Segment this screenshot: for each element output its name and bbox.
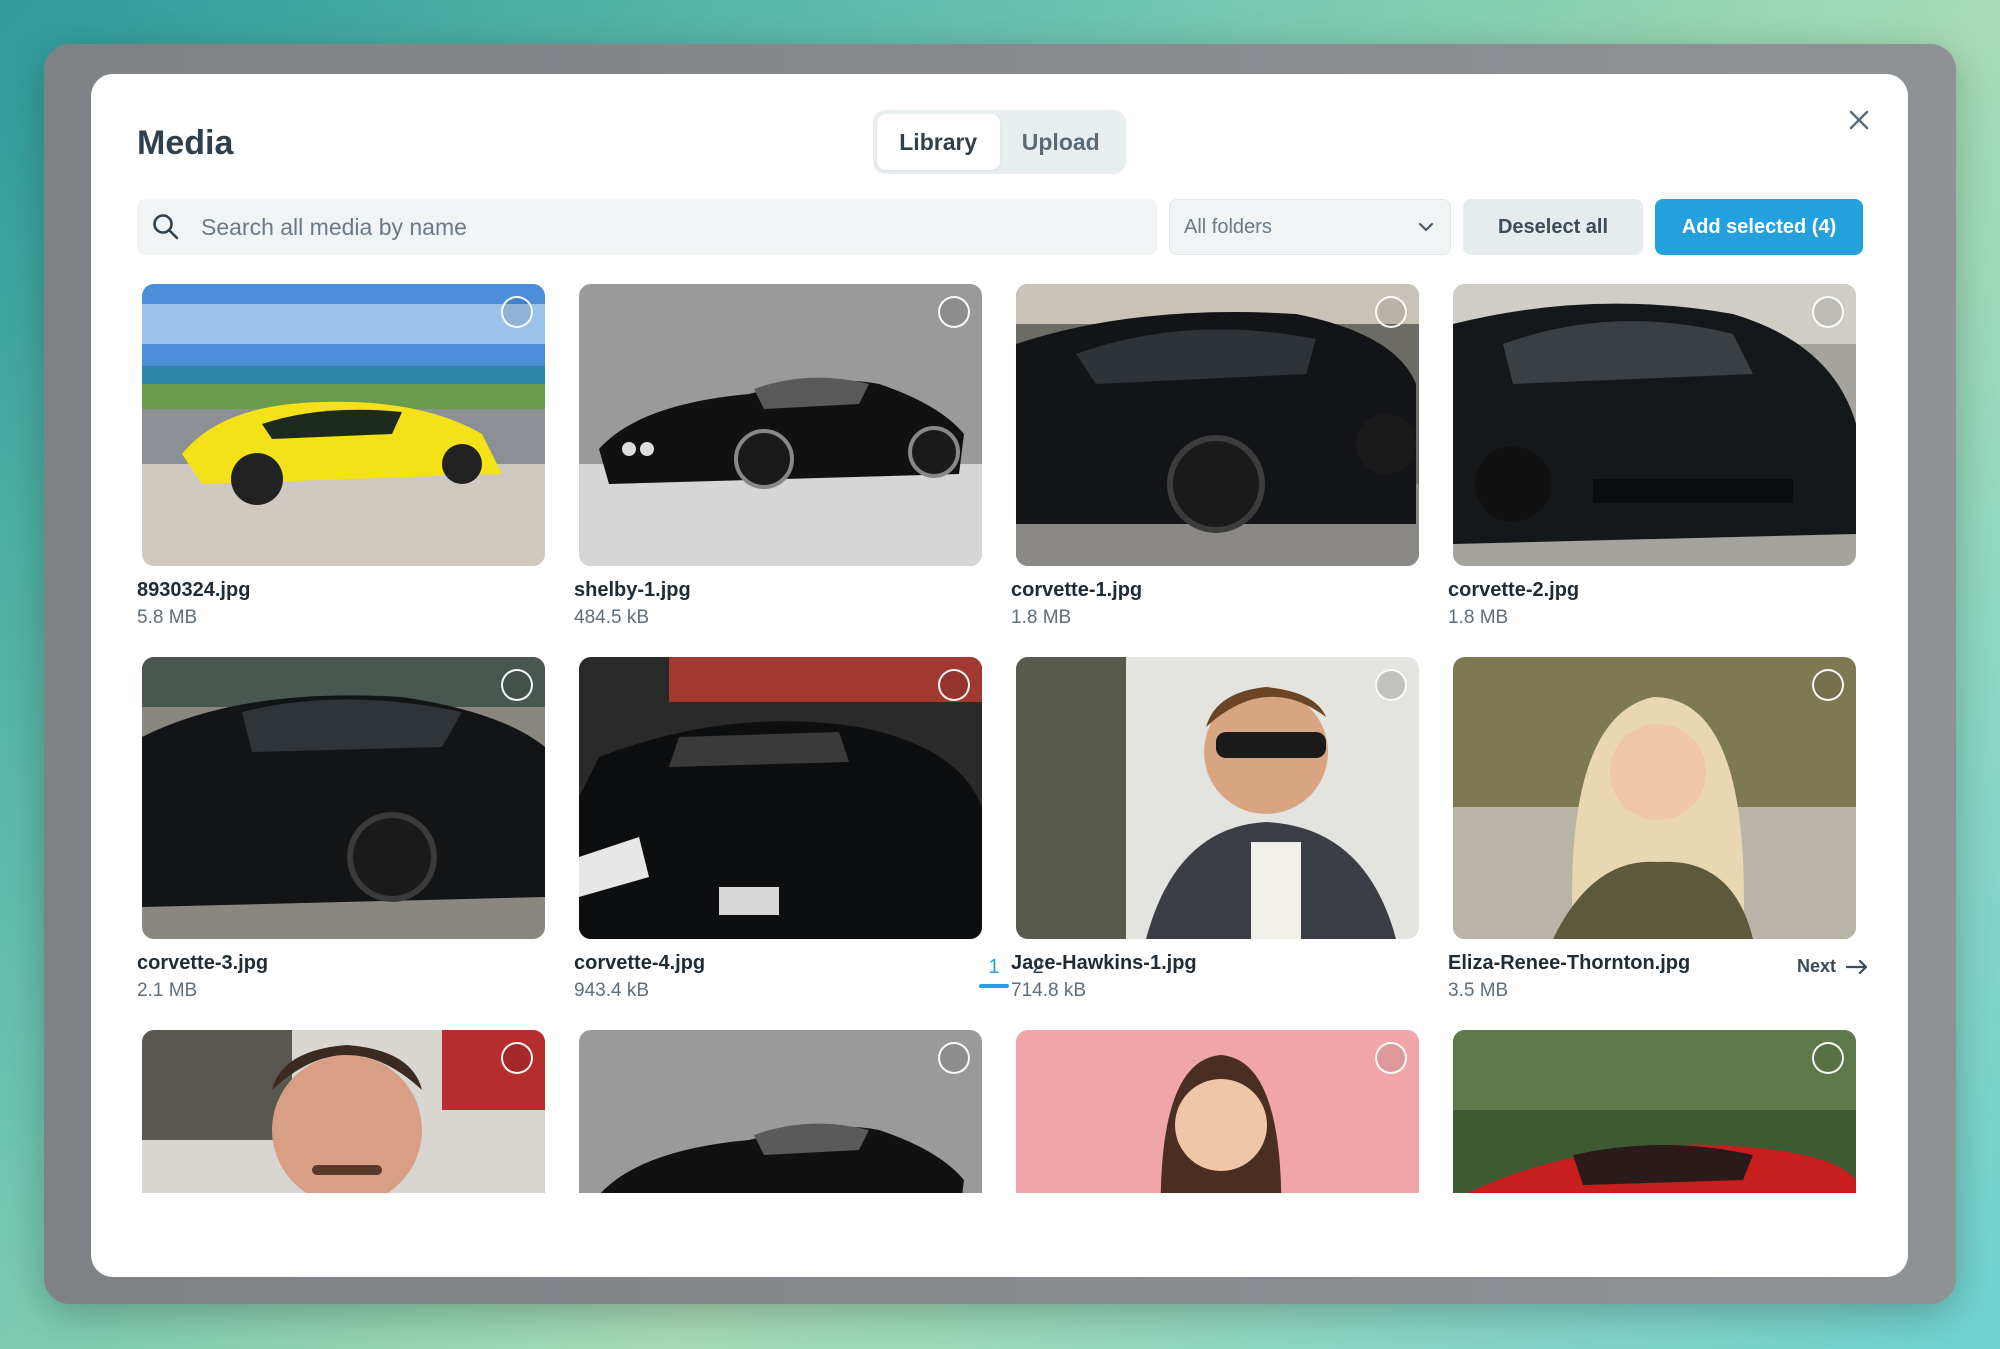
- select-checkbox[interactable]: [1375, 669, 1407, 701]
- folder-select[interactable]: All folders: [1169, 199, 1451, 255]
- media-thumbnail: [579, 284, 982, 566]
- media-thumbnail: [142, 657, 545, 939]
- close-icon: [1849, 110, 1869, 130]
- media-grid: 8930324.jpg 5.8 MB shelby-1.jpg 484.5 kB: [137, 284, 1877, 1193]
- media-thumbnail: [1016, 284, 1419, 566]
- pagination: 1 2: [979, 954, 1053, 998]
- next-label: Next: [1797, 956, 1837, 976]
- tab-library[interactable]: Library: [877, 114, 1000, 170]
- man-with-sunglasses-image: [1016, 657, 1419, 939]
- media-name: shelby-1.jpg: [574, 579, 691, 601]
- media-size: 1.8 MB: [1011, 607, 1072, 628]
- select-checkbox[interactable]: [501, 1042, 533, 1074]
- select-checkbox[interactable]: [1375, 296, 1407, 328]
- woman-pink-background-image: [1016, 1030, 1419, 1193]
- media-thumbnail: [1453, 284, 1856, 566]
- media-size: 1.8 MB: [1448, 607, 1509, 628]
- add-selected-button[interactable]: Add selected (4): [1655, 199, 1863, 255]
- media-thumbnail: [1016, 657, 1419, 939]
- search-icon: [149, 210, 183, 244]
- media-modal: Media Library Upload All folders Deselec…: [91, 74, 1908, 1277]
- media-name: corvette-1.jpg: [1011, 579, 1143, 601]
- deselect-all-button[interactable]: Deselect all: [1463, 199, 1643, 255]
- select-checkbox[interactable]: [938, 1042, 970, 1074]
- black-corvette-image: [1016, 284, 1419, 566]
- media-size: 2.1 MB: [137, 980, 198, 1001]
- media-size: 943.4 kB: [574, 980, 649, 1001]
- media-thumbnail: [579, 1030, 982, 1193]
- media-thumbnail: [579, 657, 982, 939]
- arrow-right-icon: [1846, 959, 1868, 974]
- media-thumbnail: [1016, 1030, 1419, 1193]
- media-size: 3.5 MB: [1448, 980, 1509, 1001]
- page-2[interactable]: 2: [1023, 954, 1053, 998]
- chevron-down-icon: [1418, 222, 1434, 232]
- select-checkbox[interactable]: [1812, 1042, 1844, 1074]
- select-checkbox[interactable]: [1375, 1042, 1407, 1074]
- search-input[interactable]: [201, 213, 1101, 241]
- tab-upload[interactable]: Upload: [1000, 114, 1123, 170]
- tab-switcher: Library Upload: [873, 110, 1126, 174]
- modal-title: Media: [137, 124, 234, 162]
- select-checkbox[interactable]: [938, 669, 970, 701]
- media-name: Eliza-Renee-Thornton.jpg: [1448, 952, 1691, 974]
- corvette-rear-image: [579, 657, 982, 939]
- select-checkbox[interactable]: [501, 669, 533, 701]
- select-checkbox[interactable]: [938, 296, 970, 328]
- media-thumbnail: [1453, 657, 1856, 939]
- folder-select-value: All folders: [1184, 215, 1272, 238]
- media-name: corvette-2.jpg: [1448, 579, 1580, 601]
- red-ferrari-image: [1453, 1030, 1856, 1193]
- next-page-button[interactable]: Next: [1797, 956, 1868, 977]
- select-checkbox[interactable]: [1812, 669, 1844, 701]
- media-name: 8930324.jpg: [137, 579, 251, 601]
- blonde-woman-image: [1453, 657, 1856, 939]
- select-checkbox[interactable]: [1812, 296, 1844, 328]
- media-size: 5.8 MB: [137, 607, 198, 628]
- search-bar: [137, 199, 1157, 255]
- man-portrait-image: [142, 1030, 545, 1193]
- media-thumbnail: [142, 1030, 545, 1193]
- select-checkbox[interactable]: [501, 296, 533, 328]
- media-name: corvette-3.jpg: [137, 952, 269, 974]
- black-corvette-front-image: [1453, 284, 1856, 566]
- yellow-car-image: [142, 284, 545, 566]
- media-toolbar: All folders Deselect all Add selected (4…: [137, 199, 1863, 255]
- black-mustang-image: [579, 284, 982, 566]
- black-mustang-image: [579, 1030, 982, 1193]
- media-thumbnail: [1453, 1030, 1856, 1193]
- media-size: 484.5 kB: [574, 607, 649, 628]
- close-button[interactable]: [1841, 102, 1877, 138]
- media-thumbnail: [142, 284, 545, 566]
- media-name: corvette-4.jpg: [574, 952, 706, 974]
- page-1[interactable]: 1: [979, 954, 1009, 998]
- black-corvette-side-image: [142, 657, 545, 939]
